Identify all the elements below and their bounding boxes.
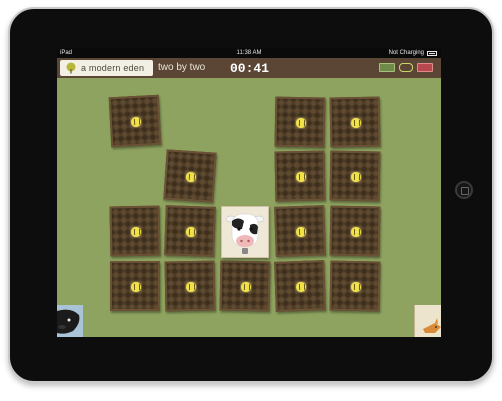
game-board [57,78,441,337]
battery-status: Not Charging [388,50,424,56]
game-mode-label: two by two [158,62,206,73]
fox-icon [419,318,441,333]
tree-icon [66,62,76,74]
card-back[interactable] [274,205,326,257]
card-back[interactable] [329,96,381,148]
fox-card[interactable] [414,305,441,337]
card-back[interactable] [164,205,216,257]
cow-card[interactable] [221,206,269,258]
app-header: a modern eden two by two 00:41 [57,58,441,78]
app-screen: iPad 11:38 AM Not Charging a modern eden… [57,48,441,337]
game-timer: 00:41 [230,61,270,76]
card-back[interactable] [108,94,162,148]
card-back[interactable] [329,150,381,202]
status-bar: iPad 11:38 AM Not Charging [57,48,441,58]
menu-icon[interactable] [417,63,433,72]
black-animal-icon [57,309,80,334]
card-back[interactable] [110,261,160,311]
cow-icon [225,213,265,254]
card-back[interactable] [109,205,161,257]
glasses-icon[interactable] [399,63,413,72]
card-back[interactable] [163,149,217,203]
home-button[interactable] [455,181,473,199]
card-back[interactable] [219,260,271,312]
card-back[interactable] [329,205,381,257]
card-back[interactable] [329,260,381,312]
battery-icon [427,50,437,56]
card-back[interactable] [274,260,326,312]
brand-logo[interactable]: a modern eden [60,60,153,76]
card-back[interactable] [274,150,326,202]
card-back[interactable] [274,96,326,148]
grid-icon[interactable] [379,63,395,72]
black-animal-card[interactable] [57,305,83,337]
clock: 11:38 AM [236,50,262,56]
card-back[interactable] [164,260,216,312]
brand-name: a modern eden [81,63,145,73]
